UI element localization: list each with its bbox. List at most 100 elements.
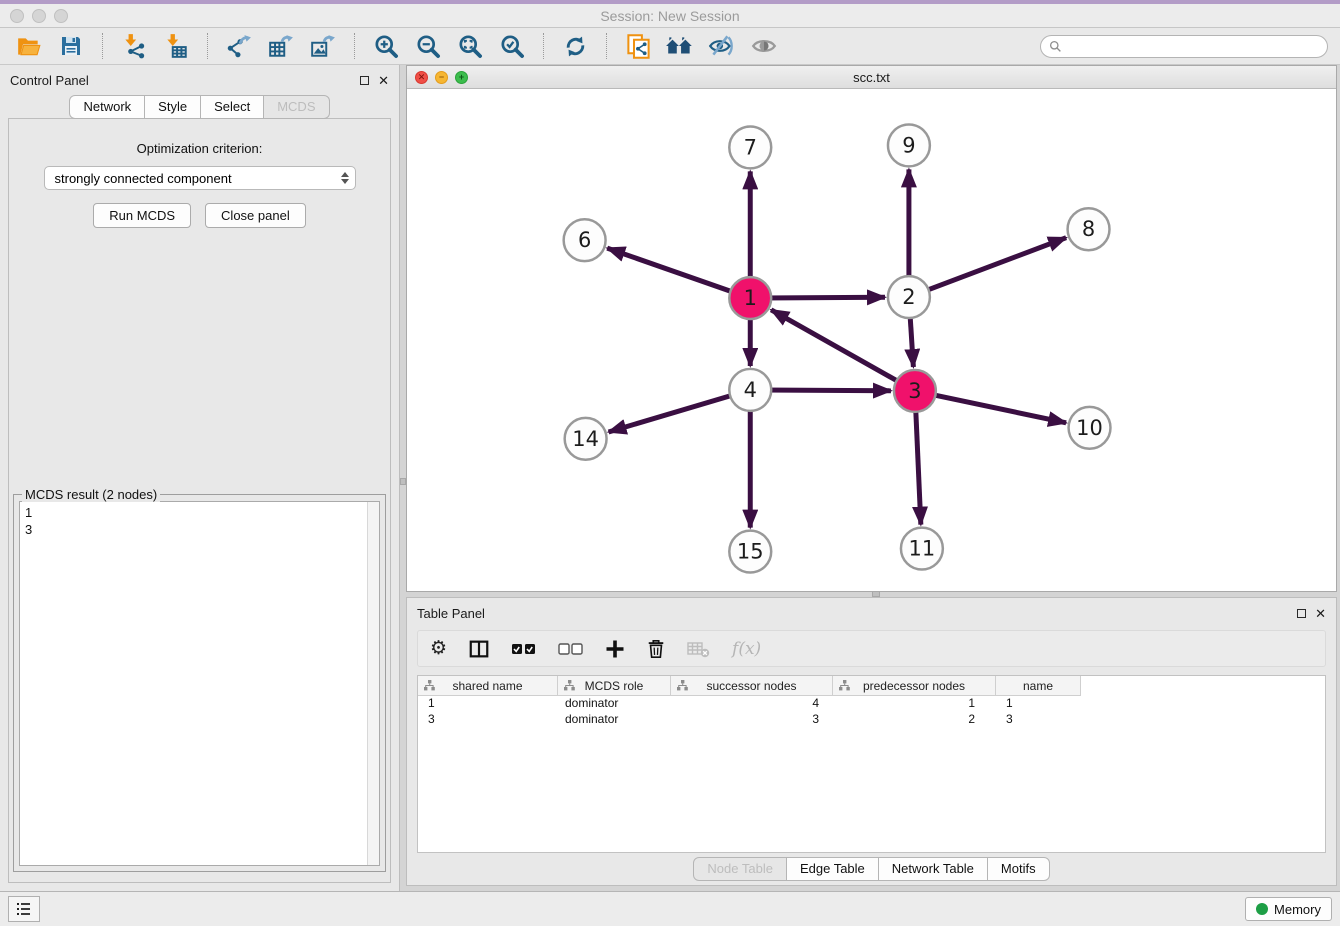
memory-button[interactable]: Memory (1245, 897, 1332, 921)
control-panel-tabs: Network Style Select MCDS (0, 95, 399, 119)
splitter-grip[interactable] (400, 478, 406, 485)
toolbar-separator (102, 33, 103, 59)
criterion-select[interactable]: strongly connected component (44, 166, 356, 190)
open-session-icon[interactable] (11, 31, 47, 61)
control-panel: Control Panel ✕ Network Style Select MCD… (0, 65, 400, 891)
cell-predecessor-nodes: 1 (833, 696, 996, 712)
cell-mcds-role: dominator (558, 712, 671, 728)
close-panel-button[interactable]: Close panel (205, 203, 306, 228)
table-row[interactable]: 1 dominator 4 1 1 (418, 696, 1325, 712)
tab-mcds[interactable]: MCDS (264, 95, 329, 119)
table-toolbar: ⚙ (417, 630, 1326, 667)
memory-status-icon (1256, 903, 1268, 915)
tab-network-table[interactable]: Network Table (879, 857, 988, 881)
result-scrollbar[interactable] (367, 502, 379, 865)
cell-name: 3 (996, 712, 1081, 728)
header-filler (1081, 676, 1325, 696)
horizontal-splitter[interactable] (406, 592, 1337, 597)
node-label: 4 (744, 378, 757, 402)
node-label: 11 (909, 537, 936, 561)
tab-network[interactable]: Network (69, 95, 145, 119)
import-table-icon[interactable] (158, 31, 194, 61)
column-header-mcds-role[interactable]: MCDS role (558, 676, 671, 696)
refresh-layout-icon[interactable] (557, 31, 593, 61)
main-toolbar (0, 28, 1340, 65)
show-graphics-icon[interactable] (746, 31, 782, 61)
vertical-splitter[interactable] (400, 65, 406, 891)
column-header-successor-nodes[interactable]: successor nodes (671, 676, 833, 696)
equation-builder-icon[interactable]: f(x) (732, 636, 761, 662)
table-options-icon[interactable]: ⚙ (430, 636, 447, 662)
select-all-icon[interactable] (511, 636, 537, 662)
edge-3-1[interactable] (771, 310, 915, 391)
application-window: Session: New Session (0, 0, 1340, 926)
column-header-shared-name[interactable]: shared name (418, 676, 558, 696)
memory-label: Memory (1274, 902, 1321, 917)
zoom-fit-icon[interactable] (452, 31, 488, 61)
deselect-all-icon[interactable] (558, 636, 584, 662)
add-column-icon[interactable] (605, 636, 625, 662)
node-label: 6 (578, 228, 591, 252)
tab-style[interactable]: Style (145, 95, 201, 119)
delete-column-icon[interactable] (646, 636, 666, 662)
control-panel-title: Control Panel (10, 73, 89, 88)
mcds-result-box: MCDS result (2 nodes) 1 3 (13, 494, 386, 872)
column-header-name[interactable]: name (996, 676, 1081, 696)
float-panel-icon[interactable] (360, 76, 369, 85)
zoom-in-icon[interactable] (368, 31, 404, 61)
home-icon[interactable] (662, 31, 698, 61)
list-icon (15, 901, 33, 917)
close-panel-icon[interactable]: ✕ (1315, 607, 1326, 620)
cell-successor-nodes: 4 (671, 696, 833, 712)
cell-mcds-role: dominator (558, 696, 671, 712)
tab-select[interactable]: Select (201, 95, 264, 119)
title-bar: Session: New Session (0, 0, 1340, 28)
export-network-icon[interactable] (221, 31, 257, 61)
export-image-icon[interactable] (305, 31, 341, 61)
hide-graphics-icon[interactable] (704, 31, 740, 61)
column-type-icon (677, 680, 688, 691)
clone-network-icon[interactable] (620, 31, 656, 61)
close-panel-icon[interactable]: ✕ (378, 74, 389, 87)
table-tabs: Node Table Edge Table Network Table Moti… (407, 853, 1336, 885)
cell-successor-nodes: 3 (671, 712, 833, 728)
column-header-predecessor-nodes[interactable]: predecessor nodes (833, 676, 996, 696)
network-graph[interactable]: 1234678910111415 (407, 89, 1336, 591)
search-input[interactable] (1067, 39, 1319, 53)
show-column-icon[interactable] (468, 636, 490, 662)
save-session-icon[interactable] (53, 31, 89, 61)
task-history-button[interactable] (8, 896, 40, 922)
import-network-icon[interactable] (116, 31, 152, 61)
toolbar-separator (606, 33, 607, 59)
node-label: 3 (908, 379, 921, 403)
destroy-table-icon[interactable] (687, 636, 711, 662)
table-row[interactable]: 3 dominator 3 2 3 (418, 712, 1325, 728)
table-panel-title: Table Panel (417, 606, 485, 621)
tab-edge-table[interactable]: Edge Table (787, 857, 879, 881)
network-canvas[interactable]: 1234678910111415 (407, 89, 1336, 591)
zoom-selected-icon[interactable] (494, 31, 530, 61)
node-label: 8 (1082, 217, 1095, 241)
float-panel-icon[interactable] (1297, 609, 1306, 618)
cell-shared-name: 1 (418, 696, 558, 712)
run-mcds-button[interactable]: Run MCDS (93, 203, 191, 228)
mcds-result-value: 3 (25, 521, 362, 538)
right-column: ✕ − + scc.txt 1234678910111415 Table Pan… (406, 65, 1340, 891)
node-table: shared name MCDS role successor nodes (417, 675, 1326, 853)
cell-shared-name: 3 (418, 712, 558, 728)
table-panel-header: Table Panel ✕ (407, 598, 1336, 628)
zoom-out-icon[interactable] (410, 31, 446, 61)
edge-3-10[interactable] (915, 391, 1066, 423)
splitter-grip[interactable] (872, 591, 880, 597)
tab-motifs[interactable]: Motifs (988, 857, 1050, 881)
tab-node-table[interactable]: Node Table (693, 857, 787, 881)
search-field[interactable] (1040, 35, 1328, 58)
edge-1-6[interactable] (607, 248, 750, 298)
node-label: 15 (737, 540, 764, 564)
cell-predecessor-nodes: 2 (833, 712, 996, 728)
window-title: Session: New Session (0, 8, 1340, 24)
network-window-titlebar: ✕ − + scc.txt (407, 66, 1336, 89)
export-table-icon[interactable] (263, 31, 299, 61)
edge-2-8[interactable] (909, 238, 1066, 297)
network-view-window: ✕ − + scc.txt 1234678910111415 (406, 65, 1337, 592)
